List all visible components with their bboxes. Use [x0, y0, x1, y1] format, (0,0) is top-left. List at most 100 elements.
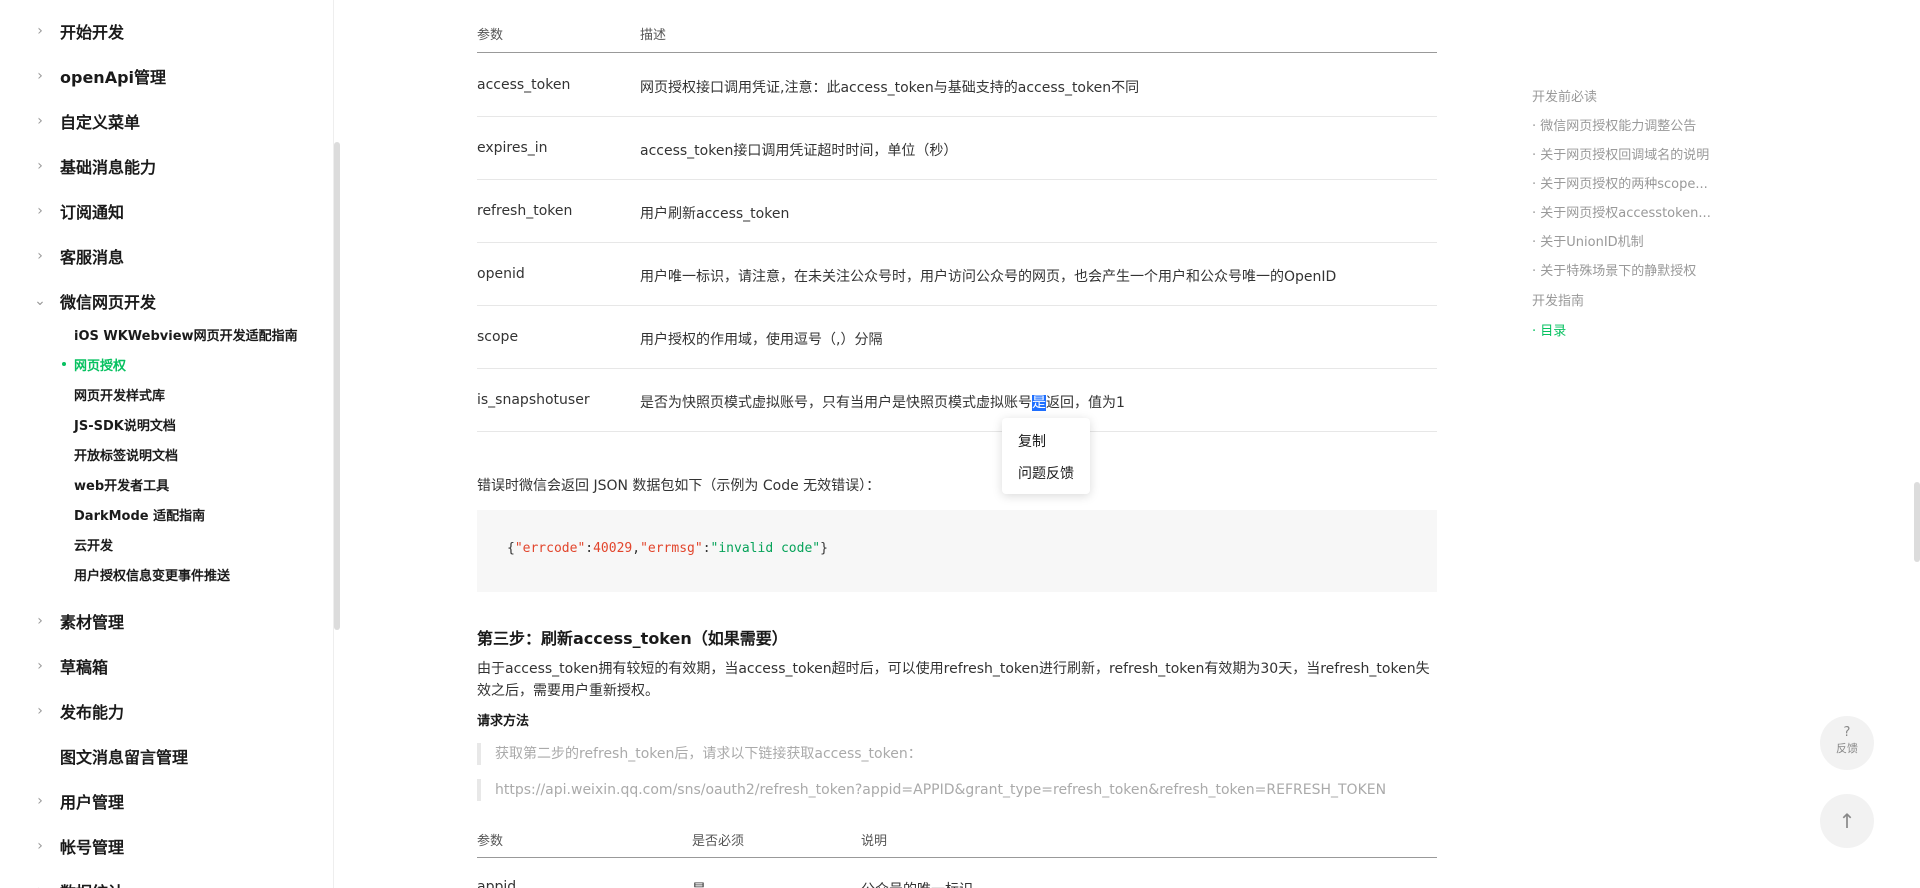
chevron-right-icon: ›: [37, 838, 43, 854]
sidebar-item-basic-message[interactable]: › 基础消息能力: [0, 146, 156, 186]
code-string: "invalid code": [710, 541, 821, 556]
chevron-right-icon: ›: [37, 248, 43, 264]
sidebar-subitem-label: 云开发: [74, 538, 114, 554]
section-heading-step3: 第三步：刷新access_token（如果需要）: [477, 629, 788, 648]
sidebar-item-customer-service[interactable]: › 客服消息: [0, 236, 124, 276]
cell-desc: 用户刷新access_token: [640, 206, 790, 222]
context-menu-feedback[interactable]: 问题反馈: [1018, 463, 1074, 483]
sidebar-subitem-open-tag[interactable]: 开放标签说明文档: [74, 440, 178, 468]
sidebar-item-label: 发布能力: [60, 703, 125, 722]
table-row: refresh_token 用户刷新access_token: [477, 180, 1437, 243]
sidebar-subitem-jssdk[interactable]: JS-SDK说明文档: [74, 410, 176, 438]
context-menu: 复制 问题反馈: [1002, 418, 1090, 494]
sidebar-item-label: 自定义菜单: [60, 113, 141, 132]
chevron-right-icon: ›: [37, 68, 43, 84]
cell-desc: 公众号的唯一标识: [861, 879, 973, 888]
table-row: appid 是 公众号的唯一标识: [477, 859, 1437, 888]
sidebar-item-subscribe[interactable]: › 订阅通知: [0, 191, 124, 231]
chevron-right-icon: ›: [37, 203, 43, 219]
sidebar-subitem-auth-change-event[interactable]: 用户授权信息变更事件推送: [74, 560, 230, 588]
toc-item[interactable]: 开发指南: [1532, 290, 1584, 309]
code-brace: }: [820, 541, 828, 556]
chevron-right-icon: ›: [37, 158, 43, 174]
step3-description: 由于access_token拥有较短的有效期，当access_token超时后，…: [477, 661, 1430, 699]
page-scrollbar[interactable]: [1914, 482, 1920, 562]
toc-item-active[interactable]: · 目录: [1532, 320, 1566, 339]
sidebar-subitem-cloud-dev[interactable]: 云开发: [74, 530, 113, 558]
sidebar-item-account-mgmt[interactable]: › 帐号管理: [0, 826, 124, 866]
toc-item[interactable]: · 关于UnionID机制: [1532, 231, 1644, 250]
sidebar-subitem-web-devtools[interactable]: web开发者工具: [74, 470, 169, 498]
desc-text: 返回，值为1: [1046, 395, 1125, 411]
back-to-top-button[interactable]: ↑: [1820, 794, 1874, 848]
toc-item[interactable]: · 关于网页授权回调域名的说明: [1532, 144, 1709, 163]
toc-item[interactable]: 开发前必读: [1532, 86, 1597, 105]
chevron-right-icon: ›: [37, 23, 43, 39]
table-row: expires_in access_token接口调用凭证超时时间，单位（秒）: [477, 117, 1437, 180]
sidebar-item-label: 客服消息: [60, 248, 125, 267]
cell-desc: 网页授权接口调用凭证,注意：此access_token与基础支持的access_…: [640, 80, 1140, 96]
sidebar-item-comments[interactable]: 图文消息留言管理: [0, 736, 188, 776]
request-method-label: 请求方法: [477, 714, 530, 729]
sidebar-item-stats[interactable]: › 数据统计: [0, 871, 124, 888]
sidebar-item-label: openApi管理: [60, 68, 167, 87]
cell-param: is_snapshotuser: [477, 392, 590, 408]
sidebar: › 开始开发 › openApi管理 › 自定义菜单 › 基础消息能力 › 订阅通知 › 客…: [0, 0, 334, 888]
sidebar-item-openapi[interactable]: › openApi管理: [0, 56, 166, 96]
sidebar-item-publish[interactable]: › 发布能力: [0, 691, 124, 731]
toc-item[interactable]: · 关于网页授权的两种scope...: [1532, 173, 1708, 192]
sidebar-subitem-label: 用户授权信息变更事件推送: [74, 568, 231, 584]
sidebar-item-start-dev[interactable]: › 开始开发: [0, 11, 124, 51]
sidebar-scrollbar[interactable]: [334, 142, 340, 630]
sidebar-item-label: 开始开发: [60, 23, 125, 42]
sidebar-subitem-style-lib[interactable]: 网页开发样式库: [74, 380, 165, 408]
header-desc: 说明: [861, 834, 888, 849]
header-param: 参数: [477, 834, 504, 849]
sidebar-item-label: 帐号管理: [60, 838, 125, 857]
cell-param: expires_in: [477, 140, 548, 156]
sidebar-item-material[interactable]: › 素材管理: [0, 601, 124, 641]
header-required: 是否必须: [692, 834, 745, 849]
sidebar-item-label: 基础消息能力: [60, 158, 157, 177]
sidebar-item-label: 微信网页开发: [60, 293, 157, 312]
chevron-down-icon: ⌄: [34, 293, 46, 309]
code-colon: :: [702, 541, 711, 556]
code-brace: {: [507, 541, 515, 556]
toc-item[interactable]: · 微信网页授权能力调整公告: [1532, 115, 1696, 134]
cell-param: openid: [477, 266, 525, 282]
sidebar-item-label: 图文消息留言管理: [60, 748, 189, 767]
selected-text[interactable]: 是: [1032, 395, 1046, 411]
sidebar-item-label: 订阅通知: [60, 203, 125, 222]
sidebar-subitem-darkmode[interactable]: DarkMode 适配指南: [74, 500, 205, 528]
code-comma: ,: [632, 541, 641, 556]
sidebar-item-custom-menu[interactable]: › 自定义菜单: [0, 101, 140, 141]
code-line: {"errcode":40029,"errmsg":"invalid code"…: [507, 541, 828, 556]
desc-text: 是否为快照页模式虚拟账号，只有当用户是快照页模式虚拟账号: [640, 395, 1032, 411]
chevron-right-icon: ›: [30, 883, 50, 888]
sidebar-subitem-label: 开放标签说明文档: [74, 448, 179, 464]
chevron-right-icon: ›: [37, 703, 43, 719]
cell-desc: access_token接口调用凭证超时时间，单位（秒）: [640, 143, 958, 159]
sidebar-subitem-ios-wkwebview[interactable]: iOS WKWebview网页开发适配指南: [74, 320, 298, 348]
cell-param: appid: [477, 879, 517, 888]
toc-item[interactable]: · 关于网页授权accesstoken...: [1532, 202, 1711, 221]
sidebar-item-web-dev[interactable]: ⌄ 微信网页开发: [0, 281, 156, 321]
sidebar-item-user-mgmt[interactable]: › 用户管理: [0, 781, 124, 821]
sidebar-item-drafts[interactable]: › 草稿箱: [0, 646, 108, 686]
blockquote-refresh-url: https://api.weixin.qq.com/sns/oauth2/ref…: [477, 779, 1437, 801]
sidebar-subitem-label: 网页开发样式库: [74, 388, 166, 404]
sidebar-subitem-label: 网页授权: [74, 358, 127, 374]
code-number: 40029: [593, 541, 633, 556]
header-param: 参数: [477, 28, 504, 43]
sidebar-item-label: 用户管理: [60, 793, 125, 812]
context-menu-copy[interactable]: 复制: [1018, 431, 1046, 451]
table-row: is_snapshotuser 是否为快照页模式虚拟账号，只有当用户是快照页模式…: [477, 369, 1437, 432]
blockquote-refresh-intro: 获取第二步的refresh_token后，请求以下链接获取access_toke…: [477, 743, 1437, 765]
question-icon: ?: [1843, 725, 1851, 740]
cell-param: refresh_token: [477, 203, 573, 219]
feedback-button[interactable]: ? 反馈: [1820, 716, 1874, 770]
sidebar-subitem-web-auth[interactable]: 网页授权: [62, 350, 127, 378]
table-header: 参数 是否必须 说明: [477, 818, 1437, 858]
toc-item[interactable]: · 关于特殊场景下的静默授权: [1532, 260, 1696, 279]
sidebar-subitem-label: JS-SDK说明文档: [74, 418, 176, 434]
